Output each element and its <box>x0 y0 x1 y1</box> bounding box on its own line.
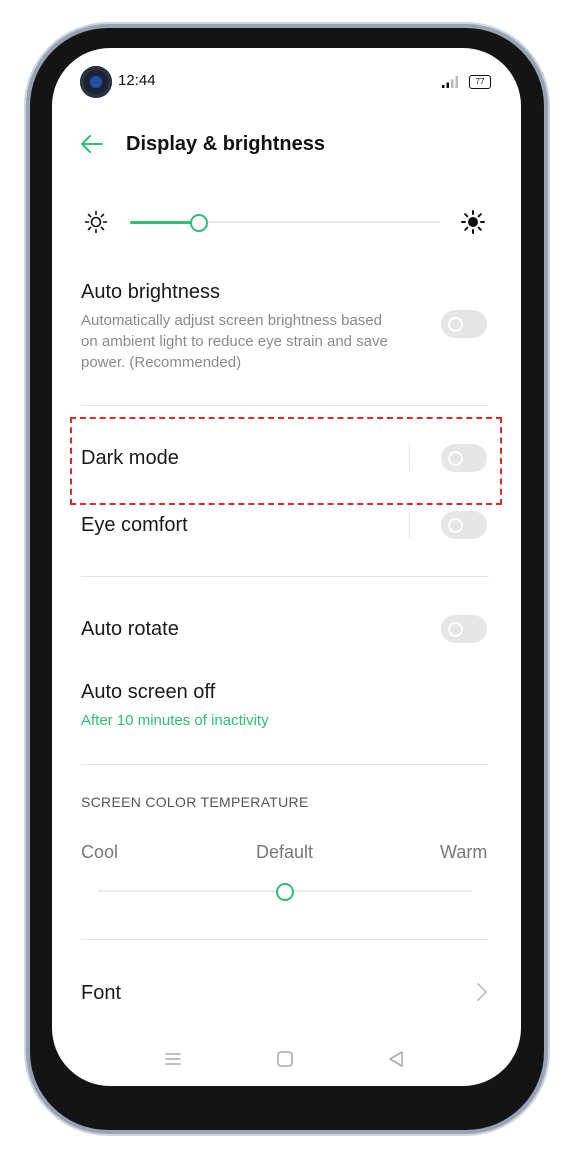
screen: 12:44 77 Display & brightness Auto brigh… <box>52 48 521 1086</box>
home-icon[interactable] <box>275 1049 295 1069</box>
auto-screen-off-title[interactable]: Auto screen off <box>81 681 215 704</box>
eye-comfort-toggle[interactable] <box>441 511 487 539</box>
eye-comfort-title[interactable]: Eye comfort <box>81 514 188 537</box>
auto-rotate-toggle[interactable] <box>441 615 487 643</box>
auto-brightness-description-line-1: Automatically adjust screen brightness b… <box>81 312 382 329</box>
battery-icon: 77 <box>469 75 491 89</box>
temperature-cool-label: Cool <box>81 842 119 862</box>
section-header-color-temperature: SCREEN COLOR TEMPERATURE <box>81 794 309 810</box>
back-arrow-icon[interactable] <box>78 132 104 156</box>
brightness-slider-thumb[interactable] <box>190 214 208 232</box>
auto-brightness-description-line-2: on ambient light to reduce eye strain an… <box>81 333 388 350</box>
sun-filled-icon <box>461 210 485 234</box>
temperature-default-label: Default <box>256 842 314 862</box>
status-time: 12:44 <box>118 72 156 89</box>
sun-outline-icon <box>84 210 108 234</box>
divider <box>81 764 489 765</box>
page-title: Display & brightness <box>126 133 325 155</box>
menu-icon[interactable] <box>163 1049 183 1069</box>
chevron-right-icon[interactable] <box>476 982 488 1002</box>
divider <box>81 405 489 406</box>
highlight-box <box>70 417 502 505</box>
auto-brightness-description-line-3: power. (Recommended) <box>81 354 242 371</box>
auto-rotate-title[interactable]: Auto rotate <box>81 618 179 641</box>
auto-brightness-title: Auto brightness <box>81 281 220 303</box>
vertical-separator <box>409 512 410 538</box>
auto-brightness-toggle[interactable] <box>441 310 487 338</box>
front-camera <box>80 66 112 98</box>
auto-screen-off-value: After 10 minutes of inactivity <box>81 712 269 729</box>
back-nav-icon[interactable] <box>386 1049 406 1069</box>
color-temperature-slider-thumb[interactable] <box>276 883 294 901</box>
temperature-warm-label: Warm <box>440 842 488 862</box>
divider <box>81 576 489 577</box>
divider <box>81 939 489 940</box>
font-title[interactable]: Font <box>81 982 121 1005</box>
signal-icon <box>442 76 458 88</box>
brightness-track-fill <box>130 221 198 224</box>
